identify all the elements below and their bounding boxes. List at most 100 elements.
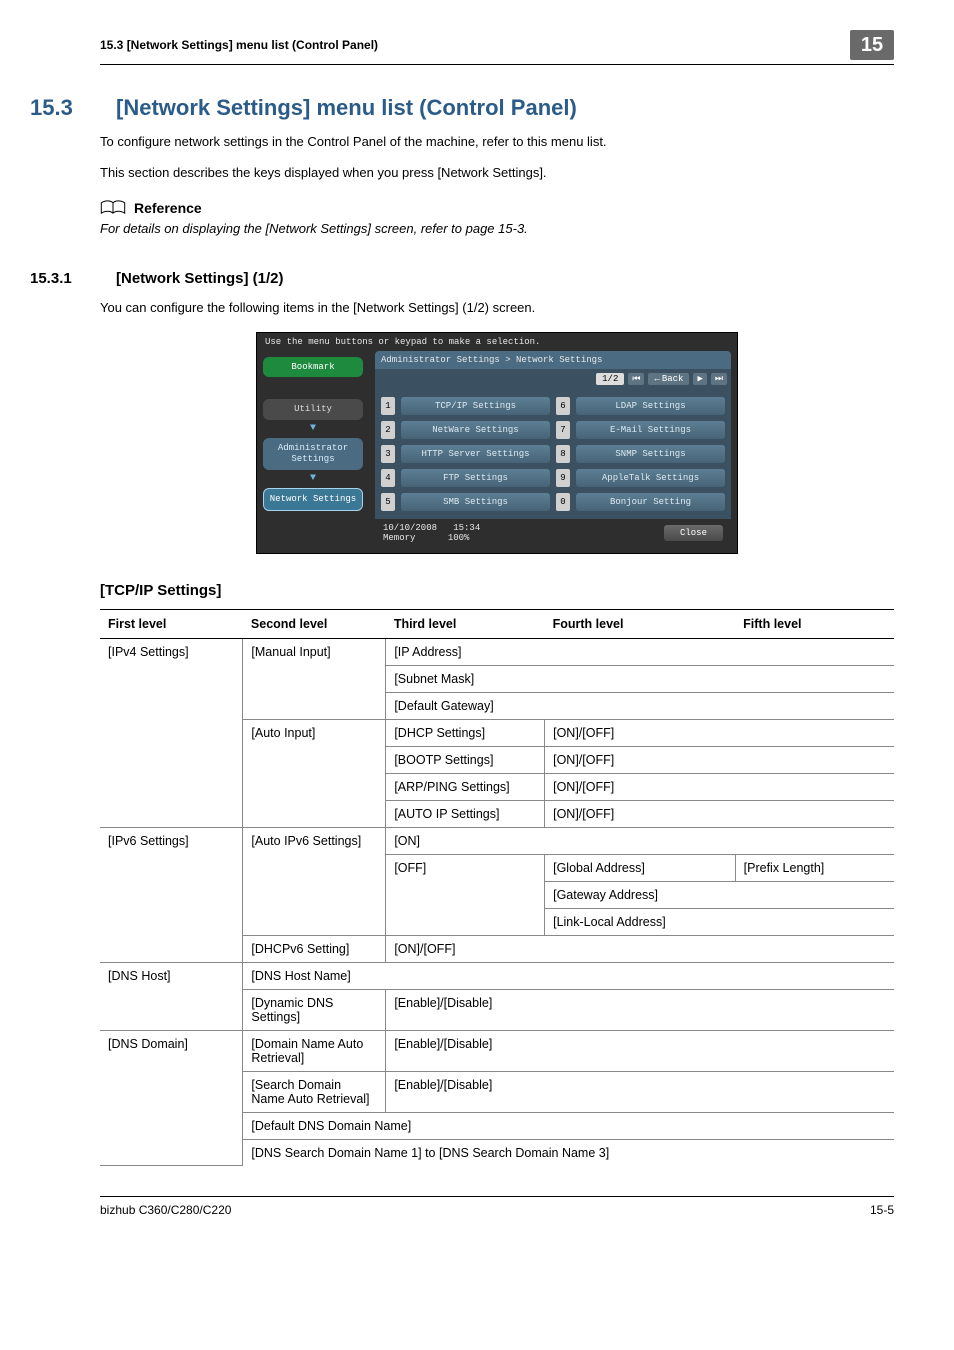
cell: [ON]/[OFF] xyxy=(545,719,894,746)
menu-item-bonjour[interactable]: Bonjour Setting xyxy=(576,493,725,511)
section-title: [Network Settings] menu list (Control Pa… xyxy=(116,95,577,121)
panel-screenshot: Use the menu buttons or keypad to make a… xyxy=(256,332,738,554)
page-last-icon[interactable]: ⏭ xyxy=(711,373,727,385)
cell: [Search Domain Name Auto Retrieval] xyxy=(243,1071,386,1112)
menu-num: 4 xyxy=(381,469,395,487)
menu-item-smb[interactable]: SMB Settings xyxy=(401,493,550,511)
cell: [ON] xyxy=(386,827,894,854)
cell: [Auto Input] xyxy=(243,719,386,827)
cell: [ON]/[OFF] xyxy=(545,746,894,773)
menu-item-netware[interactable]: NetWare Settings xyxy=(401,421,550,439)
cell: [Global Address] xyxy=(545,854,736,881)
footer-page: 15-5 xyxy=(870,1203,894,1217)
cell: [ARP/PING Settings] xyxy=(386,773,545,800)
section-paragraph-2: This section describes the keys displaye… xyxy=(100,164,894,183)
back-label: Back xyxy=(662,374,684,384)
cell: [BOOTP Settings] xyxy=(386,746,545,773)
page-next-icon[interactable]: ▶ xyxy=(693,373,706,385)
cell: [DNS Host] xyxy=(100,962,243,1030)
menu-item-email[interactable]: E-Mail Settings xyxy=(576,421,725,439)
utility-button[interactable]: Utility xyxy=(263,399,363,420)
cell: [DNS Search Domain Name 1] to [DNS Searc… xyxy=(243,1139,894,1166)
cell: [DHCP Settings] xyxy=(386,719,545,746)
menu-num: 5 xyxy=(381,493,395,511)
cell: [Gateway Address] xyxy=(545,881,894,908)
down-arrow-icon: ▼ xyxy=(263,476,363,482)
close-button[interactable]: Close xyxy=(664,525,723,541)
menu-num: 6 xyxy=(556,397,570,415)
panel-menu-grid: 1 TCP/IP Settings 6 LDAP Settings 2 NetW… xyxy=(375,389,731,519)
menu-num: 0 xyxy=(556,493,570,511)
tcpip-heading: [TCP/IP Settings] xyxy=(100,582,894,599)
cell: [Dynamic DNS Settings] xyxy=(243,989,386,1030)
cell: [DNS Host Name] xyxy=(243,962,894,989)
panel-footer: 10/10/2008 15:34 Memory 100% Close xyxy=(375,519,731,547)
menu-item-http[interactable]: HTTP Server Settings xyxy=(401,445,550,463)
bookmark-button[interactable]: Bookmark xyxy=(263,357,363,378)
col-fourth: Fourth level xyxy=(545,609,736,638)
menu-num: 3 xyxy=(381,445,395,463)
menu-num: 7 xyxy=(556,421,570,439)
cell: [Prefix Length] xyxy=(735,854,894,881)
panel-datetime: 10/10/2008 15:34 Memory 100% xyxy=(383,523,480,543)
network-settings-button[interactable]: Network Settings xyxy=(263,488,363,511)
cell: [IPv6 Settings] xyxy=(100,827,243,962)
cell: [IP Address] xyxy=(386,638,894,665)
footer-model: bizhub C360/C280/C220 xyxy=(100,1203,231,1217)
cell: [ON]/[OFF] xyxy=(545,800,894,827)
cell: [ON]/[OFF] xyxy=(545,773,894,800)
menu-item-snmp[interactable]: SNMP Settings xyxy=(576,445,725,463)
cell: [DHCPv6 Setting] xyxy=(243,935,386,962)
cell: [Subnet Mask] xyxy=(386,665,894,692)
breadcrumb: Administrator Settings > Network Setting… xyxy=(375,351,731,369)
menu-item-ldap[interactable]: LDAP Settings xyxy=(576,397,725,415)
panel-sidebar: Bookmark Utility ▼ Administrator Setting… xyxy=(257,351,369,553)
chapter-badge: 15 xyxy=(850,30,894,60)
page-indicator: 1/2 xyxy=(596,373,624,385)
menu-num: 9 xyxy=(556,469,570,487)
panel-instruction: Use the menu buttons or keypad to make a… xyxy=(257,333,737,351)
subsection-paragraph: You can configure the following items in… xyxy=(100,299,894,318)
reference-text: For details on displaying the [Network S… xyxy=(100,221,894,236)
col-fifth: Fifth level xyxy=(735,609,894,638)
section-number: 15.3 xyxy=(30,95,90,121)
admin-settings-button[interactable]: Administrator Settings xyxy=(263,438,363,470)
page-first-icon[interactable]: ⏮ xyxy=(628,373,644,385)
subsection-title: [Network Settings] (1/2) xyxy=(116,270,284,287)
cell: [Enable]/[Disable] xyxy=(386,989,894,1030)
menu-item-tcpip[interactable]: TCP/IP Settings xyxy=(401,397,550,415)
page-footer: bizhub C360/C280/C220 15-5 xyxy=(100,1196,894,1217)
running-head: 15.3 [Network Settings] menu list (Contr… xyxy=(100,30,894,65)
open-book-icon xyxy=(100,199,126,217)
settings-table: First level Second level Third level Fou… xyxy=(100,609,894,1167)
col-third: Third level xyxy=(386,609,545,638)
subsection-heading: 15.3.1 [Network Settings] (1/2) xyxy=(100,270,894,287)
menu-item-ftp[interactable]: FTP Settings xyxy=(401,469,550,487)
cell: [Auto IPv6 Settings] xyxy=(243,827,386,935)
reference-label: Reference xyxy=(134,200,202,216)
cell: [ON]/[OFF] xyxy=(386,935,894,962)
cell: [Default DNS Domain Name] xyxy=(243,1112,894,1139)
menu-num: 1 xyxy=(381,397,395,415)
cell: [Manual Input] xyxy=(243,638,386,719)
cell: [Enable]/[Disable] xyxy=(386,1030,894,1071)
cell: [Link-Local Address] xyxy=(545,908,894,935)
cell: [OFF] xyxy=(386,854,545,935)
menu-num: 8 xyxy=(556,445,570,463)
menu-num: 2 xyxy=(381,421,395,439)
down-arrow-icon: ▼ xyxy=(263,426,363,432)
cell: [IPv4 Settings] xyxy=(100,638,243,827)
col-first: First level xyxy=(100,609,243,638)
col-second: Second level xyxy=(243,609,386,638)
subsection-number: 15.3.1 xyxy=(30,270,90,287)
section-paragraph-1: To configure network settings in the Con… xyxy=(100,133,894,152)
cell: [Enable]/[Disable] xyxy=(386,1071,894,1112)
cell: [Domain Name Auto Retrieval] xyxy=(243,1030,386,1071)
menu-item-appletalk[interactable]: AppleTalk Settings xyxy=(576,469,725,487)
back-button[interactable]: ← Back xyxy=(648,373,689,385)
cell: [Default Gateway] xyxy=(386,692,894,719)
running-head-text: 15.3 [Network Settings] menu list (Contr… xyxy=(100,38,378,52)
cell: [AUTO IP Settings] xyxy=(386,800,545,827)
section-heading: 15.3 [Network Settings] menu list (Contr… xyxy=(100,95,894,121)
reference-row: Reference xyxy=(100,199,894,217)
